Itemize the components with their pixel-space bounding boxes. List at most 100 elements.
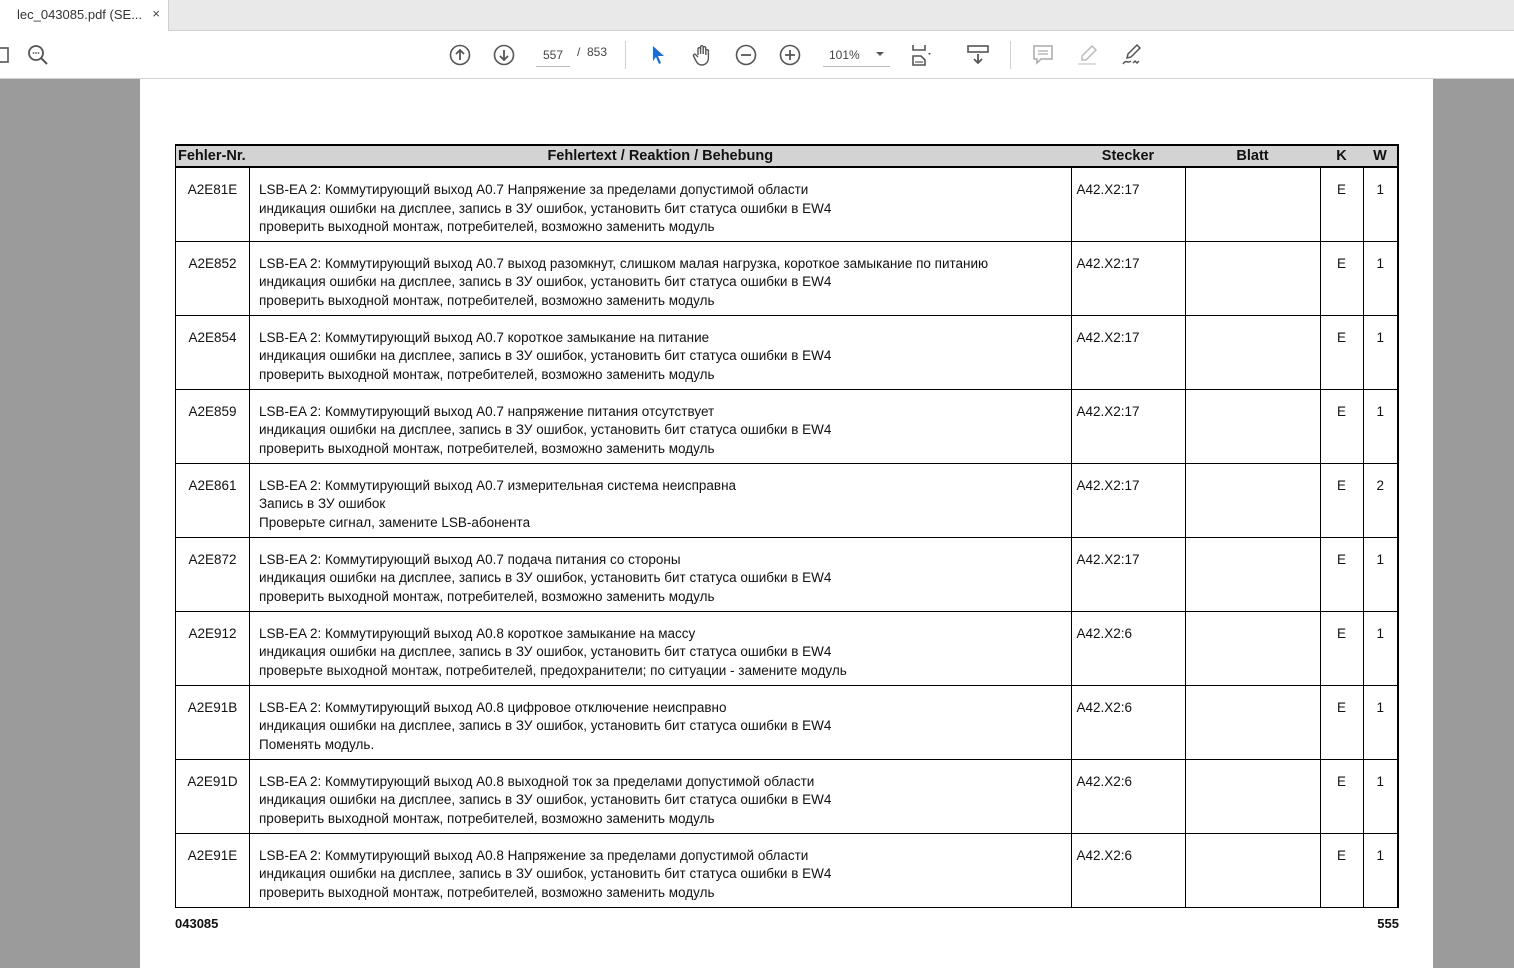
k-value: E xyxy=(1319,462,1364,538)
previous-page-icon[interactable] xyxy=(446,41,474,69)
page-number-input[interactable]: 557 xyxy=(536,43,570,67)
error-description: LSB-EA 2: Коммутирующий выход A0.7 выход… xyxy=(259,255,989,271)
header-fehler-nr: Fehler-Nr. xyxy=(175,144,250,168)
table-row: A2E91E LSB-EA 2: Коммутирующий выход A0.… xyxy=(175,832,1399,908)
error-number: A2E91E xyxy=(175,832,250,908)
error-remedy: проверить выходной монтаж, потребителей,… xyxy=(259,219,715,234)
table-row: A2E852 LSB-EA 2: Коммутирующий выход A0.… xyxy=(175,240,1399,316)
error-remedy: Проверьте сигнал, замените LSB-абонента xyxy=(259,514,531,530)
blatt xyxy=(1184,832,1321,908)
header-w: W xyxy=(1363,144,1398,168)
header-k: K xyxy=(1320,144,1363,168)
error-text: LSB-EA 2: Коммутирующий выход A0.7 подач… xyxy=(249,536,1072,612)
next-page-icon[interactable] xyxy=(490,41,518,69)
stecker: A42.X2:6 xyxy=(1070,832,1186,908)
error-description: LSB-EA 2: Коммутирующий выход A0.7 Напря… xyxy=(259,182,809,197)
sidebar-toggle-icon[interactable] xyxy=(0,41,14,69)
error-remedy: проверить выходной монтаж, потребителей,… xyxy=(259,588,715,604)
error-text: LSB-EA 2: Коммутирующий выход A0.7 корот… xyxy=(249,314,1072,390)
highlight-icon[interactable] xyxy=(1073,41,1101,69)
stecker: A42.X2:17 xyxy=(1070,462,1186,538)
error-number: A2E872 xyxy=(175,536,250,612)
error-number: A2E852 xyxy=(175,240,250,316)
blatt xyxy=(1184,536,1321,612)
error-reaction: индикация ошибки на дисплее, запись в ЗУ… xyxy=(259,866,832,881)
scroll-mode-icon[interactable] xyxy=(964,41,992,69)
table-row: A2E872 LSB-EA 2: Коммутирующий выход A0.… xyxy=(175,536,1399,612)
error-reaction: Запись в ЗУ ошибок xyxy=(259,496,386,511)
stecker: A42.X2:17 xyxy=(1070,240,1186,316)
error-number: A2E854 xyxy=(175,314,250,390)
search-icon[interactable] xyxy=(24,41,52,69)
error-reaction: индикация ошибки на дисплее, запись в ЗУ… xyxy=(259,570,832,585)
error-description: LSB-EA 2: Коммутирующий выход A0.8 корот… xyxy=(259,625,696,641)
w-value: 1 xyxy=(1362,536,1399,612)
error-description: LSB-EA 2: Коммутирующий выход A0.7 корот… xyxy=(259,329,710,345)
tab-title: lec_043085.pdf (SE... xyxy=(17,7,143,22)
error-remedy: проверить выходной монтаж, потребителей,… xyxy=(259,440,715,456)
error-reaction: индикация ошибки на дисплее, запись в ЗУ… xyxy=(259,200,832,216)
error-number: A2E861 xyxy=(175,462,250,538)
error-remedy: проверить выходной монтаж, потребителей,… xyxy=(259,810,715,826)
error-remedy: проверить выходной монтаж, потребителей,… xyxy=(259,292,715,308)
page-total: 853 xyxy=(587,45,608,59)
error-description: LSB-EA 2: Коммутирующий выход A0.8 цифро… xyxy=(259,699,727,715)
error-text: LSB-EA 2: Коммутирующий выход A0.8 выход… xyxy=(249,758,1072,834)
error-description: LSB-EA 2: Коммутирующий выход A0.7 измер… xyxy=(259,477,737,493)
error-text: LSB-EA 2: Коммутирующий выход A0.8 корот… xyxy=(249,610,1072,686)
page-separator: / xyxy=(577,45,581,59)
w-value: 1 xyxy=(1362,240,1399,316)
hand-tool-icon[interactable] xyxy=(688,41,716,69)
table-row: A2E859 LSB-EA 2: Коммутирующий выход A0.… xyxy=(175,388,1399,464)
w-value: 1 xyxy=(1362,314,1399,390)
w-value: 1 xyxy=(1362,388,1399,464)
blatt xyxy=(1184,462,1321,538)
error-description: LSB-EA 2: Коммутирующий выход A0.8 выход… xyxy=(259,773,815,789)
w-value: 1 xyxy=(1362,758,1399,834)
error-text: LSB-EA 2: Коммутирующий выход A0.7 Напря… xyxy=(249,166,1072,242)
stecker: A42.X2:17 xyxy=(1070,166,1186,242)
error-reaction: индикация ошибки на дисплее, запись в ЗУ… xyxy=(259,792,832,807)
error-description: LSB-EA 2: Коммутирующий выход A0.7 подач… xyxy=(259,551,681,567)
w-value: 2 xyxy=(1362,462,1399,538)
zoom-out-icon[interactable] xyxy=(732,41,760,69)
stecker: A42.X2:17 xyxy=(1070,536,1186,612)
table-row: A2E81E LSB-EA 2: Коммутирующий выход A0.… xyxy=(175,166,1399,242)
error-description: LSB-EA 2: Коммутирующий выход A0.7 напря… xyxy=(259,403,715,419)
sign-icon[interactable] xyxy=(1117,41,1145,69)
blatt xyxy=(1184,758,1321,834)
fit-page-icon[interactable] xyxy=(908,41,936,69)
k-value: E xyxy=(1319,240,1364,316)
error-reaction: индикация ошибки на дисплее, запись в ЗУ… xyxy=(259,348,832,363)
pdf-page: Fehler-Nr. Fehlertext / Reaktion / Beheb… xyxy=(140,79,1433,968)
error-reaction: индикация ошибки на дисплее, запись в ЗУ… xyxy=(259,422,832,437)
error-remedy: проверить выходной монтаж, потребителей,… xyxy=(259,366,715,382)
error-number: A2E912 xyxy=(175,610,250,686)
blatt xyxy=(1184,684,1321,760)
zoom-in-icon[interactable] xyxy=(776,41,804,69)
comment-icon[interactable] xyxy=(1029,41,1057,69)
header-fehlertext: Fehlertext / Reaktion / Behebung xyxy=(249,144,1071,168)
footer-page-number: 555 xyxy=(1377,916,1399,931)
error-text: LSB-EA 2: Коммутирующий выход A0.8 цифро… xyxy=(249,684,1072,760)
w-value: 1 xyxy=(1362,684,1399,760)
stecker: A42.X2:6 xyxy=(1070,610,1186,686)
select-tool-icon[interactable] xyxy=(644,41,672,69)
error-text: LSB-EA 2: Коммутирующий выход A0.8 Напря… xyxy=(249,832,1072,908)
document-tab[interactable]: lec_043085.pdf (SE... × xyxy=(0,0,169,31)
table-row: A2E91D LSB-EA 2: Коммутирующий выход A0.… xyxy=(175,758,1399,834)
w-value: 1 xyxy=(1362,166,1399,242)
stecker: A42.X2:17 xyxy=(1070,314,1186,390)
error-table: Fehler-Nr. Fehlertext / Reaktion / Beheb… xyxy=(175,144,1399,908)
divider xyxy=(1010,41,1011,69)
k-value: E xyxy=(1319,388,1364,464)
close-tab-icon[interactable]: × xyxy=(152,6,160,21)
zoom-level-select[interactable]: 101% xyxy=(823,43,890,67)
table-row: A2E861 LSB-EA 2: Коммутирующий выход A0.… xyxy=(175,462,1399,538)
error-number: A2E91D xyxy=(175,758,250,834)
error-text: LSB-EA 2: Коммутирующий выход A0.7 измер… xyxy=(249,462,1072,538)
blatt xyxy=(1184,388,1321,464)
k-value: E xyxy=(1319,166,1364,242)
table-row: A2E912 LSB-EA 2: Коммутирующий выход A0.… xyxy=(175,610,1399,686)
header-blatt: Blatt xyxy=(1185,144,1320,168)
